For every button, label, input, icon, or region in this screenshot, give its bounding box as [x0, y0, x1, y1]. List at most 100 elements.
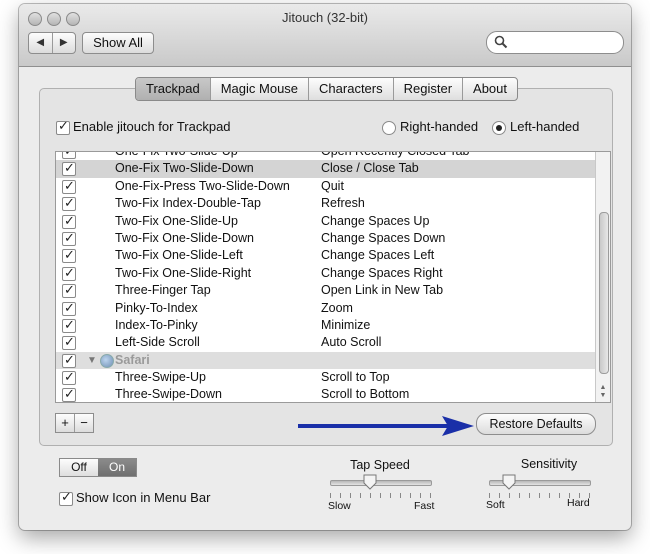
- slider-tick: [519, 493, 520, 498]
- slider-tick: [340, 493, 341, 498]
- back-icon[interactable]: ◀: [29, 33, 53, 53]
- checkbox-checked-icon[interactable]: [62, 177, 76, 194]
- add-remove-buttons: + −: [55, 413, 94, 433]
- checkbox-checked-icon[interactable]: [62, 351, 76, 368]
- gesture-row[interactable]: Index-To-Pinky Minimize: [56, 316, 596, 334]
- title-bar: Jitouch (32-bit) ◀ ▶ Show All: [19, 4, 631, 67]
- gesture-action[interactable]: Open Recently Closed Tab: [321, 152, 469, 160]
- off-toggle[interactable]: Off: [60, 459, 98, 476]
- restore-defaults-button[interactable]: Restore Defaults: [476, 413, 596, 435]
- gesture-action[interactable]: Change Spaces Up: [321, 213, 429, 230]
- scroll-arrows-icon[interactable]: ▲ ▼: [596, 384, 610, 400]
- gesture-name: Three-Swipe-Up: [115, 370, 207, 385]
- gesture-row[interactable]: Three-Swipe-Up Scroll to Top: [56, 368, 596, 386]
- radio-icon[interactable]: [382, 120, 396, 135]
- tap-speed-label: Tap Speed: [350, 458, 410, 472]
- gesture-action[interactable]: Open Link in New Tab: [321, 282, 443, 299]
- gesture-action[interactable]: Change Spaces Left: [321, 247, 434, 264]
- checkbox-checked-icon[interactable]: [62, 316, 76, 333]
- gesture-action[interactable]: Scroll to Top: [321, 369, 390, 386]
- slider-tick: [529, 493, 530, 498]
- gesture-action[interactable]: Scroll to Bottom: [321, 386, 409, 402]
- slider-tick: [330, 493, 331, 498]
- vertical-scrollbar[interactable]: ▲ ▼: [595, 152, 610, 402]
- app-group-row-safari[interactable]: ▼ Safari: [56, 351, 596, 370]
- tap-speed-slider-track[interactable]: [330, 480, 432, 486]
- tab-register[interactable]: Register: [392, 78, 462, 100]
- forward-icon[interactable]: ▶: [53, 33, 76, 53]
- gesture-action[interactable]: Quit: [321, 178, 344, 195]
- slider-tick: [420, 493, 421, 498]
- gesture-name: Three-Finger Tap: [115, 283, 211, 298]
- checkbox-checked-icon[interactable]: [56, 118, 70, 135]
- gesture-action[interactable]: Change Spaces Down: [321, 230, 445, 247]
- back-forward-buttons: ◀ ▶: [28, 32, 76, 54]
- search-field[interactable]: [486, 31, 624, 54]
- gesture-row[interactable]: Pinky-To-Index Zoom: [56, 299, 596, 317]
- gesture-action[interactable]: Refresh: [321, 195, 365, 212]
- checkbox-checked-icon[interactable]: [62, 246, 76, 264]
- on-toggle[interactable]: On: [98, 459, 136, 476]
- checkbox-checked-icon[interactable]: [62, 194, 76, 212]
- checkbox-checked-icon[interactable]: [62, 333, 76, 351]
- sensitivity-label: Sensitivity: [520, 457, 578, 471]
- search-input[interactable]: [511, 34, 619, 52]
- gesture-action[interactable]: Auto Scroll: [321, 334, 381, 351]
- gesture-row[interactable]: Two-Fix One-Slide-Left Change Spaces Left: [56, 246, 596, 264]
- gesture-action[interactable]: Close / Close Tab: [321, 160, 419, 177]
- left-handed-label: Left-handed: [510, 119, 580, 134]
- show-icon-label: Show Icon in Menu Bar: [76, 490, 211, 505]
- checkbox-checked-icon[interactable]: [62, 159, 76, 177]
- checkbox-checked-icon[interactable]: [62, 152, 76, 159]
- tab-trackpad[interactable]: Trackpad: [136, 78, 210, 100]
- tab-magic-mouse[interactable]: Magic Mouse: [209, 78, 308, 100]
- tab-characters[interactable]: Characters: [308, 78, 393, 100]
- preferences-window: Jitouch (32-bit) ◀ ▶ Show All Trackpad M…: [19, 4, 631, 530]
- checkbox-checked-icon[interactable]: [62, 264, 76, 281]
- checkbox-checked-icon[interactable]: [62, 281, 76, 299]
- gesture-list[interactable]: One-Fix Two-Slide-Up Open Recently Closed…: [55, 151, 611, 403]
- show-all-button[interactable]: Show All: [82, 32, 154, 54]
- disclosure-triangle-icon[interactable]: ▼: [87, 352, 97, 369]
- gesture-row[interactable]: Left-Side Scroll Auto Scroll: [56, 333, 596, 351]
- slider-tick: [489, 493, 490, 498]
- checkbox-checked-icon[interactable]: [62, 229, 76, 246]
- gesture-row[interactable]: Three-Finger Tap Open Link in New Tab: [56, 281, 596, 299]
- tab-about[interactable]: About: [462, 78, 517, 100]
- gesture-action[interactable]: Zoom: [321, 300, 353, 317]
- right-handed-radio[interactable]: Right-handed: [382, 119, 478, 135]
- gesture-row[interactable]: Two-Fix One-Slide-Up Change Spaces Up: [56, 212, 596, 230]
- tap-speed-slider-knob[interactable]: [363, 474, 377, 490]
- gesture-row[interactable]: One-Fix-Press Two-Slide-Down Quit: [56, 177, 596, 195]
- power-toggle[interactable]: Off On: [59, 458, 137, 477]
- checkbox-checked-icon[interactable]: [62, 385, 76, 402]
- gesture-row[interactable]: Two-Fix One-Slide-Down Change Spaces Down: [56, 229, 596, 247]
- checkbox-checked-icon[interactable]: [59, 489, 73, 506]
- arrow-annotation-icon: [298, 416, 474, 436]
- gesture-name: Two-Fix One-Slide-Left: [115, 248, 243, 263]
- gesture-row[interactable]: Two-Fix One-Slide-Right Change Spaces Rig…: [56, 264, 596, 282]
- left-handed-radio[interactable]: Left-handed: [492, 119, 579, 135]
- enable-trackpad-checkbox[interactable]: Enable jitouch for Trackpad: [56, 118, 231, 135]
- checkbox-checked-icon[interactable]: [62, 368, 76, 385]
- slider-tick: [549, 493, 550, 498]
- gesture-row[interactable]: Three-Swipe-Down Scroll to Bottom: [56, 385, 596, 402]
- gesture-row-selected[interactable]: One-Fix Two-Slide-Down Close / Close Tab: [56, 159, 596, 178]
- sensitivity-slider-knob[interactable]: [502, 474, 516, 490]
- gesture-action[interactable]: Minimize: [321, 317, 370, 334]
- radio-selected-icon[interactable]: [492, 120, 506, 135]
- gesture-name: Two-Fix One-Slide-Down: [115, 230, 254, 245]
- checkbox-checked-icon[interactable]: [62, 212, 76, 229]
- gesture-row[interactable]: Two-Fix Index-Double-Tap Refresh: [56, 194, 596, 212]
- gesture-action[interactable]: Change Spaces Right: [321, 265, 443, 282]
- app-group-name: Safari: [115, 352, 150, 367]
- add-gesture-button[interactable]: +: [56, 414, 75, 432]
- scrollbar-thumb[interactable]: [599, 212, 609, 374]
- gesture-name: One-Fix Two-Slide-Up: [115, 151, 238, 158]
- show-icon-menu-bar-checkbox[interactable]: Show Icon in Menu Bar: [59, 489, 211, 506]
- slider-tick: [430, 493, 431, 498]
- checkbox-checked-icon[interactable]: [62, 299, 76, 316]
- remove-gesture-button[interactable]: −: [75, 414, 93, 432]
- gesture-row[interactable]: One-Fix Two-Slide-Up Open Recently Closed…: [56, 151, 596, 160]
- safari-icon: [100, 353, 114, 368]
